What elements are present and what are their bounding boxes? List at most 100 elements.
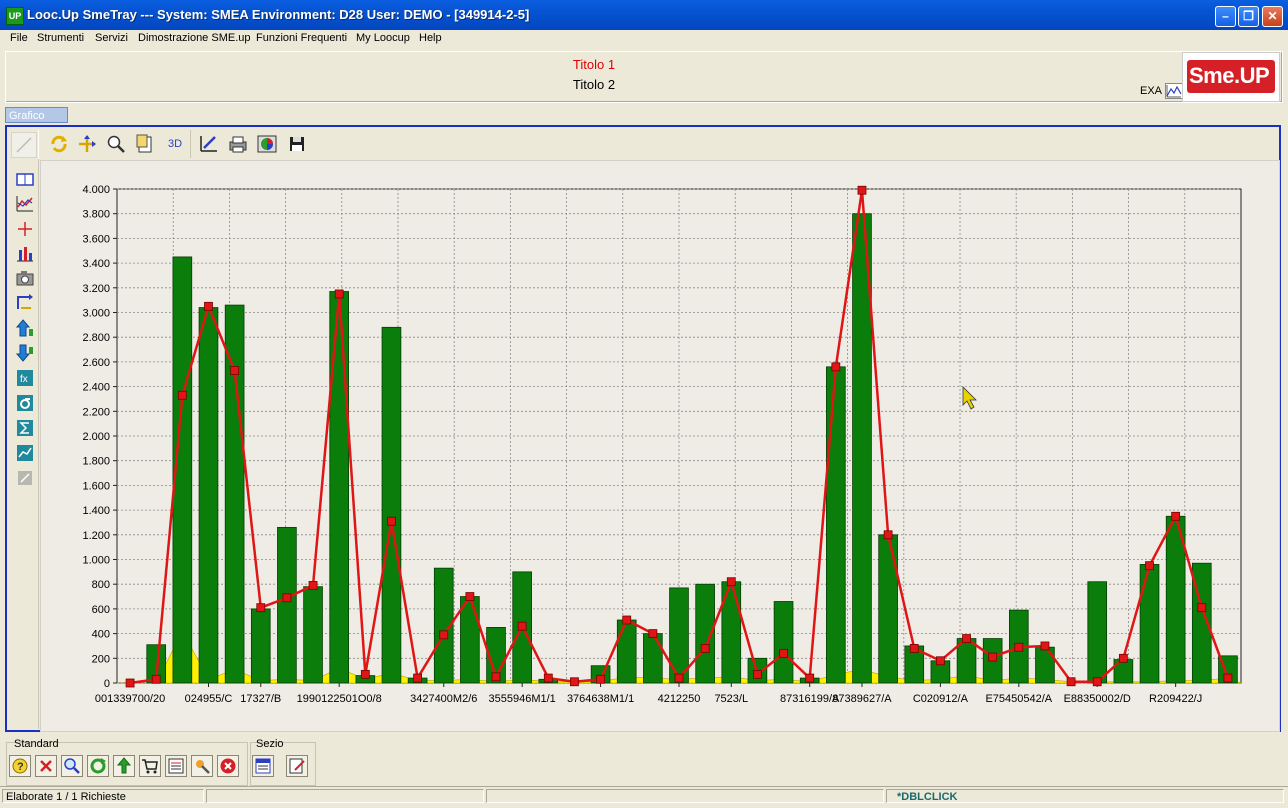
page-icon[interactable] bbox=[135, 134, 155, 154]
y-tick-label: 3.600 bbox=[82, 233, 110, 245]
line-marker bbox=[753, 669, 762, 679]
tools-icon[interactable] bbox=[191, 755, 213, 777]
bar bbox=[773, 601, 794, 684]
logo: Sme.UP bbox=[1182, 52, 1280, 102]
close-icon[interactable]: ✕ bbox=[1262, 6, 1283, 27]
bar bbox=[878, 534, 898, 684]
up-arrow-icon[interactable] bbox=[15, 318, 35, 338]
line-marker bbox=[596, 674, 605, 684]
line-marker bbox=[308, 581, 318, 590]
line-marker bbox=[674, 673, 684, 683]
cart-icon[interactable] bbox=[139, 755, 161, 777]
table-icon[interactable] bbox=[252, 755, 274, 777]
y-tick-label: 3.800 bbox=[82, 209, 110, 221]
x-tick-label: 87389627/A bbox=[832, 693, 892, 705]
line-marker bbox=[779, 648, 788, 658]
line-marker bbox=[1171, 511, 1181, 521]
cancel-icon[interactable] bbox=[35, 755, 57, 777]
y-tick-label: 600 bbox=[92, 604, 110, 616]
minimize-icon[interactable]: – bbox=[1215, 6, 1236, 27]
list-icon[interactable] bbox=[165, 755, 187, 777]
app-icon: UP bbox=[6, 7, 24, 25]
trend-icon[interactable] bbox=[15, 443, 35, 463]
logo-text: Sme.UP bbox=[1189, 63, 1270, 88]
status-bar: Elaborate 1 / 1 Richieste *DBLCLICK bbox=[0, 786, 1288, 807]
bar bbox=[224, 304, 245, 684]
line-marker bbox=[177, 390, 187, 400]
camera-icon[interactable] bbox=[15, 268, 35, 288]
menu-servizi[interactable]: Servizi bbox=[95, 32, 128, 44]
move-icon[interactable] bbox=[77, 134, 97, 154]
down-arrow-icon[interactable] bbox=[15, 343, 35, 363]
line-chart-icon[interactable] bbox=[15, 194, 35, 214]
sigma-icon[interactable] bbox=[15, 393, 35, 413]
stop-icon[interactable] bbox=[217, 755, 239, 777]
bar bbox=[303, 586, 323, 684]
y-axis-ticks: 4.000 3.800 3.600 3.400 3.200 3.000 2.800 2.600… bbox=[82, 184, 110, 690]
menu-file[interactable]: File bbox=[10, 32, 28, 44]
edit-chart-icon[interactable] bbox=[199, 134, 219, 154]
x-tick-label: 7523/L bbox=[714, 693, 748, 705]
bar-chart-icon[interactable] bbox=[15, 244, 35, 264]
line-marker bbox=[543, 673, 553, 683]
line-marker bbox=[256, 603, 266, 613]
bar bbox=[643, 633, 663, 684]
menu-funzioni-frequenti[interactable]: Funzioni Frequenti bbox=[256, 32, 347, 44]
book-icon[interactable] bbox=[15, 170, 35, 190]
3d-icon[interactable]: 3D bbox=[165, 134, 185, 154]
bar bbox=[198, 307, 219, 684]
refresh-icon[interactable] bbox=[49, 134, 69, 154]
line-marker bbox=[935, 656, 945, 666]
y-tick-label: 800 bbox=[92, 579, 110, 591]
x-tick-label: 4212250 bbox=[658, 693, 701, 705]
maximize-icon[interactable]: ❐ bbox=[1238, 6, 1259, 27]
menu-dimostrazione[interactable]: Dimostrazione SME.up bbox=[138, 32, 251, 44]
function-icon[interactable]: fx bbox=[15, 368, 35, 388]
line-marker bbox=[360, 669, 370, 679]
line-marker bbox=[857, 185, 867, 195]
y-tick-label: 1.000 bbox=[82, 555, 110, 567]
x-tick-label: 17327/B bbox=[240, 693, 281, 705]
y-tick-label: 2.000 bbox=[82, 431, 110, 443]
window-title-bar[interactable]: UP Looc.Up SmeTray --- System: SMEA Envi… bbox=[0, 0, 1288, 31]
edit-icon[interactable] bbox=[286, 755, 308, 777]
y-tick-label: 400 bbox=[92, 629, 110, 641]
bar bbox=[381, 326, 402, 684]
menu-bar: File Strumenti Servizi Dimostrazione SME… bbox=[0, 30, 1288, 49]
pointer-icon[interactable] bbox=[11, 132, 37, 158]
search-icon[interactable] bbox=[61, 755, 83, 777]
help-icon[interactable]: ? bbox=[9, 755, 31, 777]
menu-help[interactable]: Help bbox=[419, 32, 442, 44]
y-tick-label: 2.400 bbox=[82, 382, 110, 394]
menu-strumenti[interactable]: Strumenti bbox=[37, 32, 84, 44]
print-icon[interactable] bbox=[228, 134, 248, 154]
line-marker bbox=[230, 366, 240, 375]
crosshair-icon[interactable] bbox=[15, 219, 35, 239]
refresh-icon[interactable] bbox=[87, 755, 109, 777]
bar bbox=[277, 526, 297, 684]
y-tick-label: 3.400 bbox=[82, 258, 110, 270]
menu-my-loocup[interactable]: My Loocup bbox=[356, 32, 410, 44]
tab-grafico[interactable]: Grafico bbox=[5, 107, 68, 123]
y-tick-label: 1.800 bbox=[82, 456, 110, 468]
sum-icon[interactable] bbox=[15, 418, 35, 438]
line-marker bbox=[909, 644, 919, 653]
zoom-icon[interactable] bbox=[106, 134, 126, 154]
palette-icon[interactable] bbox=[257, 134, 277, 154]
svg-text:?: ? bbox=[17, 761, 24, 773]
save-icon[interactable] bbox=[287, 134, 307, 154]
line-marker bbox=[1223, 673, 1233, 683]
chart-area[interactable]: 4.000 3.800 3.600 3.400 3.200 3.000 2.800 2.600… bbox=[40, 160, 1280, 732]
toolbar-divider bbox=[38, 130, 39, 160]
x-tick-label: 1990122501O0/8 bbox=[297, 693, 382, 705]
line-marker bbox=[1118, 653, 1128, 663]
sort-icon[interactable] bbox=[15, 293, 35, 313]
x-tick-label: C020912/A bbox=[913, 693, 969, 705]
x-tick-label: 001339700/20 bbox=[95, 693, 165, 705]
x-tick-label: E88350002/D bbox=[1064, 693, 1131, 705]
x-tick-label: 3555946M1/1 bbox=[489, 693, 556, 705]
x-tick-label: 3764638M1/1 bbox=[567, 693, 634, 705]
export-icon[interactable] bbox=[113, 755, 135, 777]
line-marker bbox=[570, 677, 579, 687]
graph-icon[interactable] bbox=[1165, 83, 1183, 99]
